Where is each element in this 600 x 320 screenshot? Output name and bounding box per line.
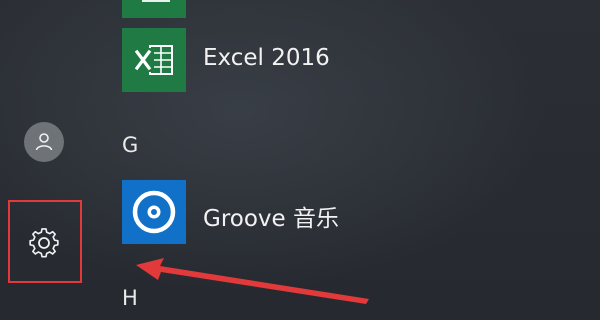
gear-icon	[29, 228, 59, 258]
app-label-excel[interactable]: Excel 2016	[203, 45, 330, 71]
app-tile-partial[interactable]	[122, 0, 186, 18]
app-tile-excel[interactable]	[122, 28, 186, 92]
excel-icon	[134, 45, 173, 75]
section-header-g[interactable]: G	[122, 133, 138, 157]
user-icon	[35, 133, 53, 151]
section-header-h[interactable]: H	[122, 286, 138, 310]
app-tile-groove[interactable]	[122, 180, 186, 244]
settings-button[interactable]	[26, 225, 62, 261]
app-label-groove[interactable]: Groove 音乐	[203, 199, 339, 233]
groove-music-icon	[132, 189, 177, 234]
start-left-rail	[0, 0, 95, 320]
user-account-button[interactable]	[24, 122, 64, 162]
office-app-icon	[142, 0, 170, 2]
